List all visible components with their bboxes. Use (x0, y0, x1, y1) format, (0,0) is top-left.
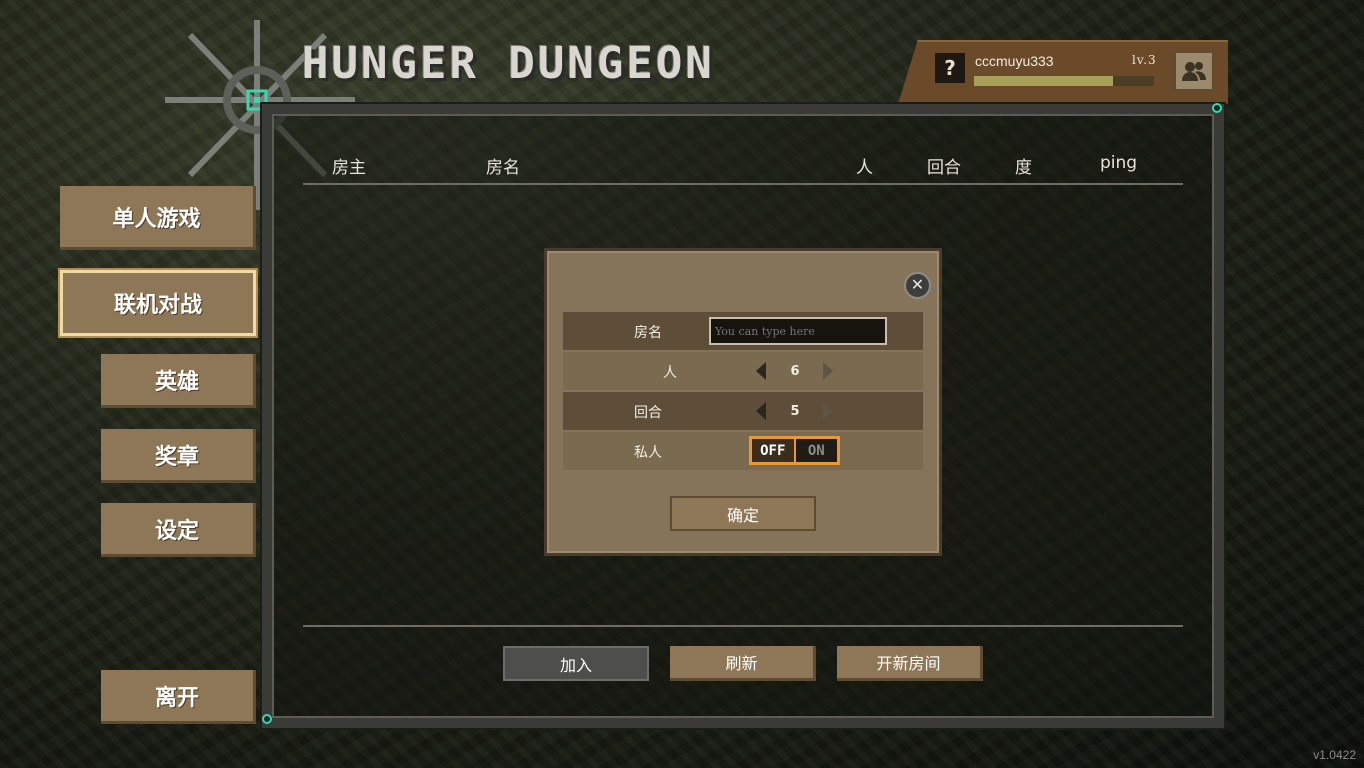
column-players: 人 (856, 158, 873, 178)
rounds-label: 回合 (634, 405, 662, 421)
single-player-button[interactable]: 单人游戏 (60, 186, 256, 250)
private-label: 私人 (634, 445, 662, 461)
join-button[interactable]: 加入 (503, 646, 649, 681)
player-name: cccmuyu333 (975, 53, 1054, 69)
room-name-label: 房名 (634, 325, 662, 341)
rounds-row: 回合 (563, 392, 923, 430)
version-label: v1.0422 (1313, 748, 1356, 762)
player-level: lv.3 (1132, 53, 1157, 67)
players-increase-arrow-icon[interactable] (823, 362, 833, 380)
medals-button[interactable]: 奖章 (101, 429, 256, 483)
friends-button[interactable] (1174, 51, 1214, 91)
players-row: 人 (563, 352, 923, 390)
close-dialog-button[interactable]: ✕ (904, 272, 931, 299)
rounds-value: 5 (790, 404, 800, 419)
heroes-button[interactable]: 英雄 (101, 354, 256, 408)
private-toggle[interactable]: OFF ON (749, 436, 840, 465)
rounds-increase-arrow-icon[interactable] (823, 402, 833, 420)
help-button[interactable]: ? (935, 53, 965, 83)
frame-gem-icon (1212, 103, 1222, 113)
header-divider (303, 183, 1183, 185)
toggle-on-label: ON (807, 442, 825, 459)
refresh-button[interactable]: 刷新 (670, 646, 816, 681)
game-title: HUNGER DUNGEON (302, 38, 715, 89)
exit-button[interactable]: 离开 (101, 670, 256, 724)
players-decrease-arrow-icon[interactable] (756, 362, 766, 380)
players-label: 人 (663, 365, 677, 381)
frame-gem-icon (262, 714, 272, 724)
column-difficulty: 度 (1015, 158, 1032, 178)
footer-divider (303, 625, 1183, 627)
column-rounds: 回合 (927, 158, 961, 178)
new-room-button[interactable]: 开新房间 (837, 646, 983, 681)
players-value: 6 (790, 364, 800, 379)
toggle-off-label: OFF (752, 439, 796, 462)
xp-bar (974, 76, 1154, 86)
users-icon (1182, 62, 1206, 81)
rounds-decrease-arrow-icon[interactable] (756, 402, 766, 420)
xp-bar-fill (974, 76, 1113, 86)
confirm-button[interactable]: 确定 (670, 496, 816, 531)
column-host: 房主 (332, 158, 366, 178)
room-name-input[interactable] (709, 317, 887, 345)
online-battle-button[interactable]: 联机对战 (60, 270, 256, 336)
settings-button[interactable]: 设定 (101, 503, 256, 557)
column-room-name: 房名 (486, 158, 520, 178)
private-row: 私人 (563, 432, 923, 470)
column-ping: ping (1100, 153, 1138, 173)
